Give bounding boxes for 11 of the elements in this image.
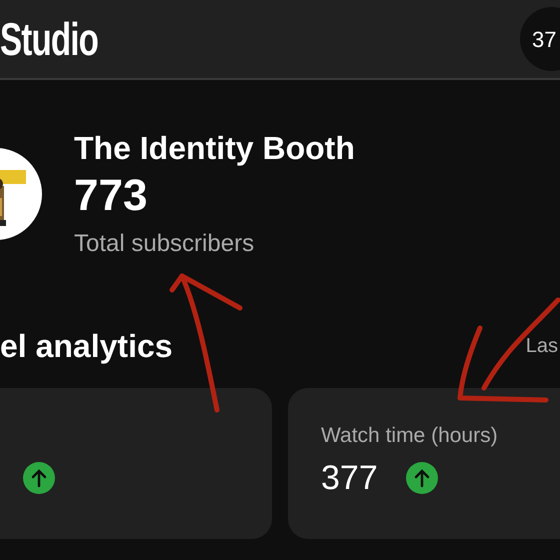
metric-card[interactable]: Watch time (hours) 377: [288, 388, 560, 539]
account-button[interactable]: 37: [520, 7, 560, 71]
channel-name: The Identity Booth: [74, 129, 355, 168]
period-label[interactable]: Las: [526, 331, 558, 361]
subscriber-count: 773: [74, 170, 148, 222]
subscriber-label: Total subscribers: [74, 229, 256, 259]
metric-label: Watch time (hours): [321, 423, 499, 449]
metric-card[interactable]: [0, 388, 272, 539]
metric-value: 377: [321, 458, 378, 499]
app-title: Studio: [0, 16, 98, 62]
section-title: el analytics: [0, 327, 173, 366]
